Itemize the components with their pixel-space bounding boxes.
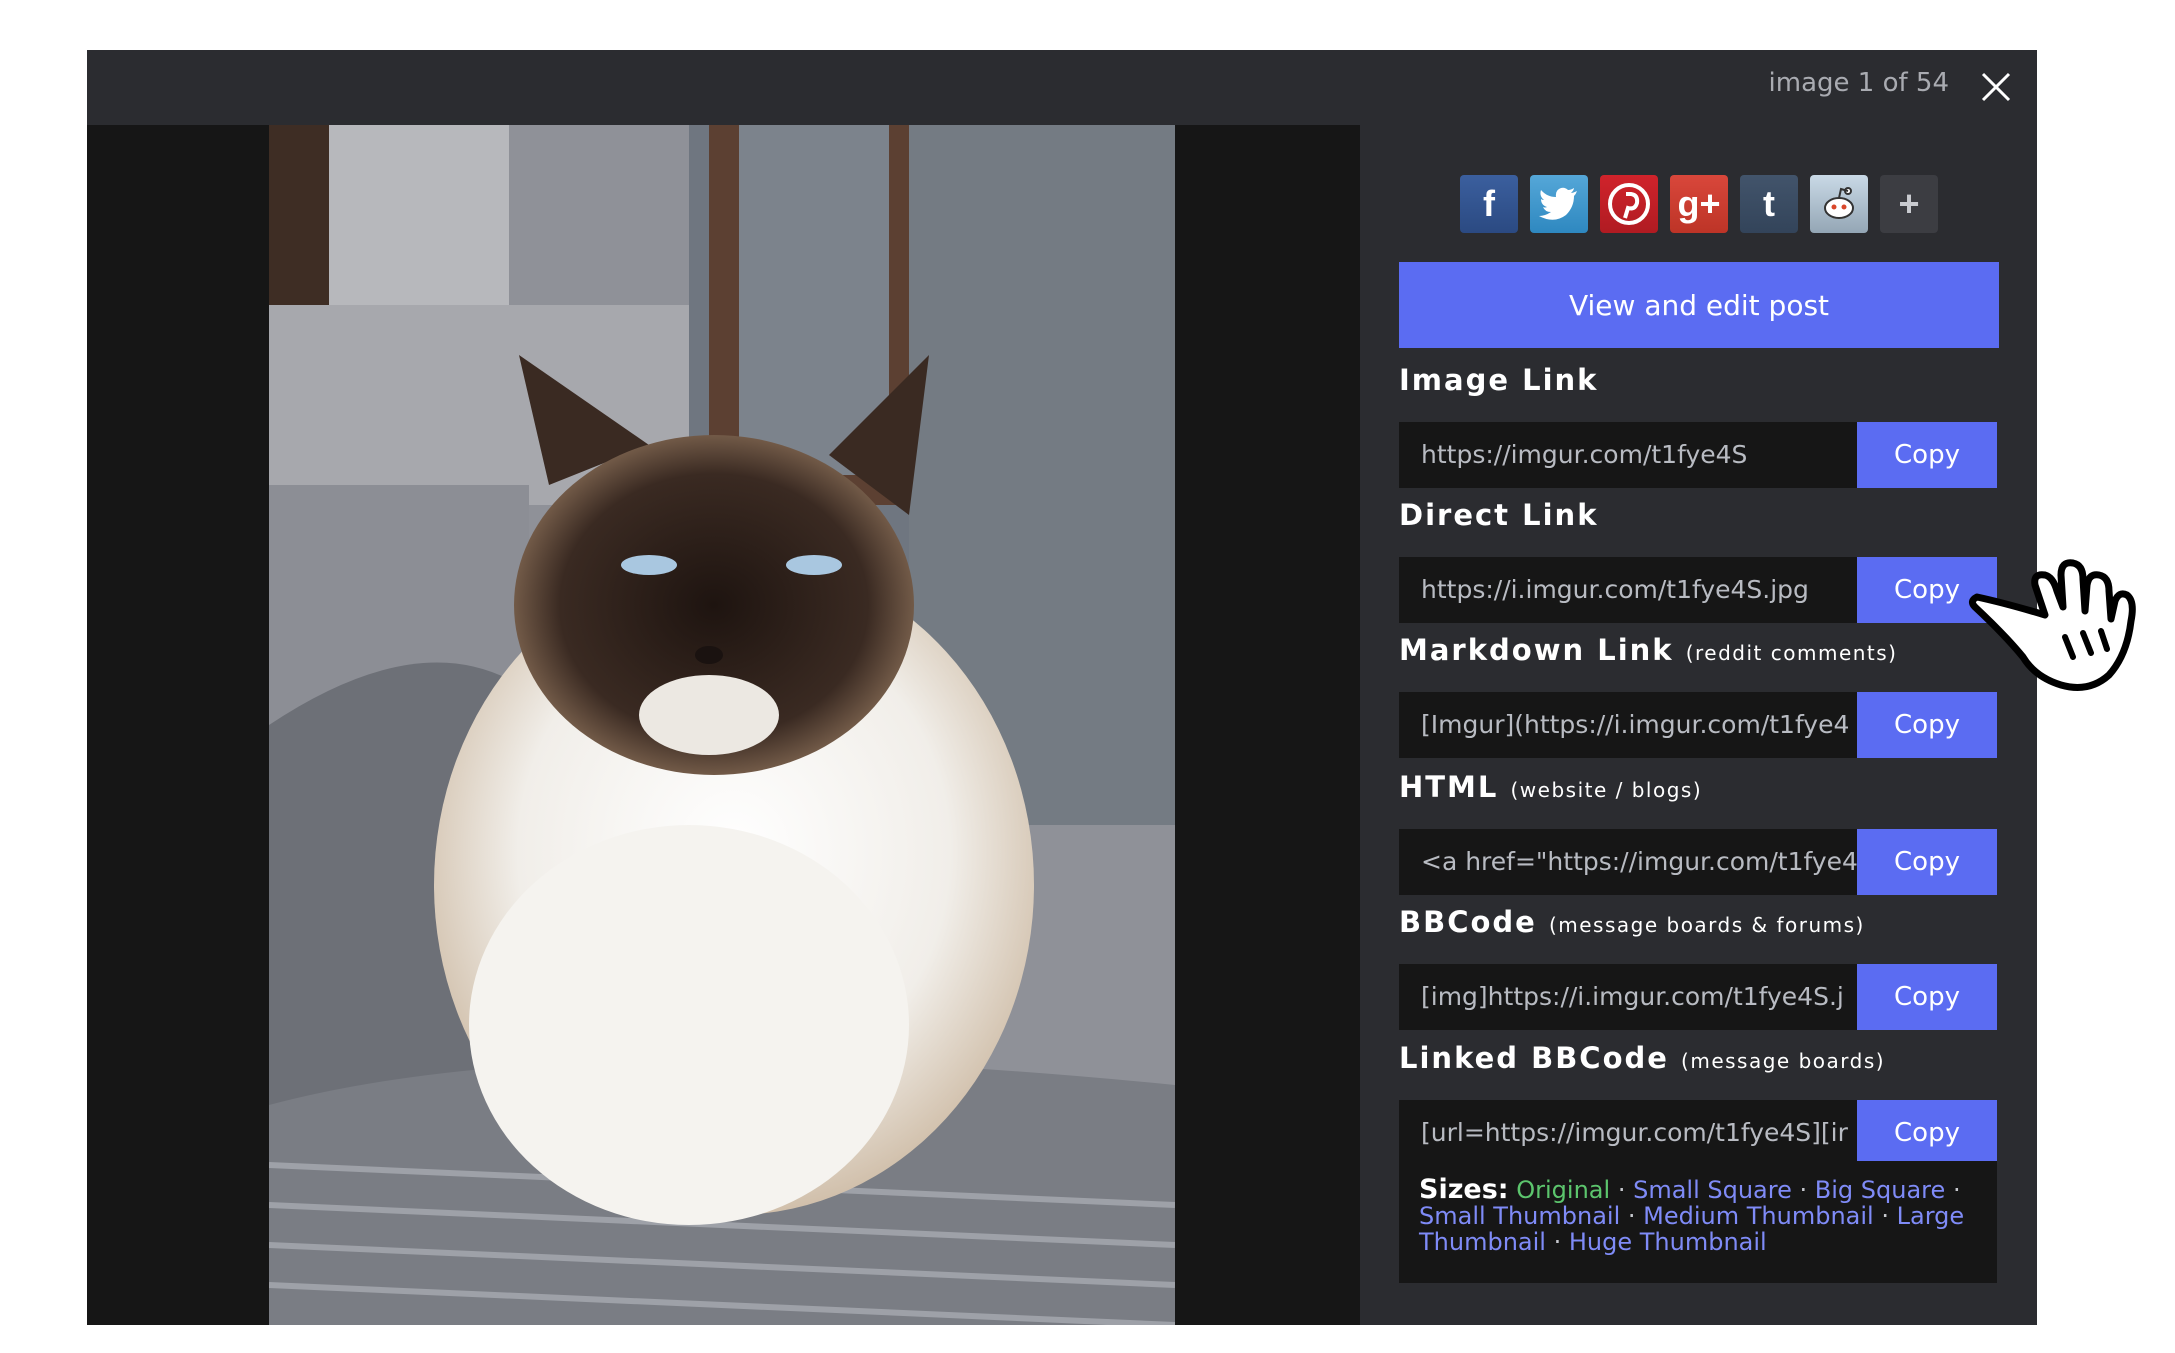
size-separator: · — [1553, 1228, 1562, 1256]
html-link-label: HTML (website / blogs) — [1399, 770, 1703, 804]
size-big-square-link[interactable]: Big Square — [1815, 1176, 1946, 1204]
google-plus-icon[interactable]: g+ — [1670, 175, 1728, 233]
share-panel: f g+ t + View and edit post Image Link h… — [1360, 125, 2037, 1325]
linked-bbcode-input[interactable]: [url=https://imgur.com/t1fye4S][ir — [1399, 1100, 1857, 1166]
bbcode-label: BBCode (message boards & forums) — [1399, 905, 1865, 939]
html-link-input[interactable]: <a href="https://imgur.com/t1fye4 — [1399, 829, 1857, 895]
direct-link-input[interactable]: https://i.imgur.com/t1fye4S.jpg — [1399, 557, 1857, 623]
image-link-input[interactable]: https://imgur.com/t1fye4S — [1399, 422, 1857, 488]
markdown-link-copy-button[interactable]: Copy — [1857, 692, 1997, 758]
sizes-box: Sizes: Original · Small Square · Big Squ… — [1399, 1161, 1997, 1283]
size-separator: · — [1627, 1202, 1636, 1230]
markdown-link-field: [Imgur](https://i.imgur.com/t1fye4 Copy — [1399, 692, 1997, 758]
size-medium-thumbnail-link[interactable]: Medium Thumbnail — [1643, 1202, 1874, 1230]
image-counter: image 1 of 54 — [1768, 68, 1949, 98]
lightbox-header: image 1 of 54 — [87, 50, 2037, 125]
markdown-link-input[interactable]: [Imgur](https://i.imgur.com/t1fye4 — [1399, 692, 1857, 758]
tumblr-icon[interactable]: t — [1740, 175, 1798, 233]
cat-photo — [269, 125, 1175, 1325]
image-link-label: Image Link — [1399, 363, 1599, 397]
bbcode-field: [img]https://i.imgur.com/t1fye4S.j Copy — [1399, 964, 1997, 1030]
size-original-link[interactable]: Original — [1516, 1176, 1610, 1204]
social-share-bar: f g+ t + — [1460, 175, 1938, 235]
linked-bbcode-label: Linked BBCode (message boards) — [1399, 1041, 1886, 1075]
bbcode-copy-button[interactable]: Copy — [1857, 964, 1997, 1030]
size-huge-thumbnail-link[interactable]: Huge Thumbnail — [1569, 1228, 1767, 1256]
markdown-link-sublabel: (reddit comments) — [1685, 641, 1898, 665]
direct-link-label: Direct Link — [1399, 498, 1599, 532]
html-link-field: <a href="https://imgur.com/t1fye4 Copy — [1399, 829, 1997, 895]
bbcode-input[interactable]: [img]https://i.imgur.com/t1fye4S.j — [1399, 964, 1857, 1030]
linked-bbcode-copy-button[interactable]: Copy — [1857, 1100, 1997, 1166]
image-link-copy-button[interactable]: Copy — [1857, 422, 1997, 488]
image-link-field: https://imgur.com/t1fye4S Copy — [1399, 422, 1997, 488]
linked-bbcode-field: [url=https://imgur.com/t1fye4S][ir Copy — [1399, 1100, 1997, 1166]
pointing-hand-cursor-icon — [1968, 559, 2136, 691]
view-edit-post-button[interactable]: View and edit post — [1399, 262, 1999, 348]
image-lightbox: image 1 of 54 f g+ t + View and edit pos… — [87, 50, 2037, 1325]
size-small-square-link[interactable]: Small Square — [1633, 1176, 1792, 1204]
reddit-icon[interactable] — [1810, 175, 1868, 233]
bbcode-sublabel: (message boards & forums) — [1548, 913, 1865, 937]
size-separator: · — [1799, 1176, 1808, 1204]
close-icon[interactable] — [1973, 64, 2019, 110]
size-small-thumbnail-link[interactable]: Small Thumbnail — [1419, 1202, 1620, 1230]
size-separator: · — [1952, 1176, 1961, 1204]
twitter-icon[interactable] — [1530, 175, 1588, 233]
size-separator: · — [1881, 1202, 1889, 1230]
sizes-label: Sizes: — [1419, 1174, 1509, 1205]
pinterest-icon[interactable] — [1600, 175, 1658, 233]
html-link-sublabel: (website / blogs) — [1510, 778, 1703, 802]
more-share-icon[interactable]: + — [1880, 175, 1938, 233]
markdown-link-label: Markdown Link (reddit comments) — [1399, 633, 1898, 667]
html-link-copy-button[interactable]: Copy — [1857, 829, 1997, 895]
direct-link-field: https://i.imgur.com/t1fye4S.jpg Copy — [1399, 557, 1997, 623]
linked-bbcode-sublabel: (message boards) — [1681, 1049, 1886, 1073]
facebook-icon[interactable]: f — [1460, 175, 1518, 233]
size-separator: · — [1617, 1176, 1626, 1204]
